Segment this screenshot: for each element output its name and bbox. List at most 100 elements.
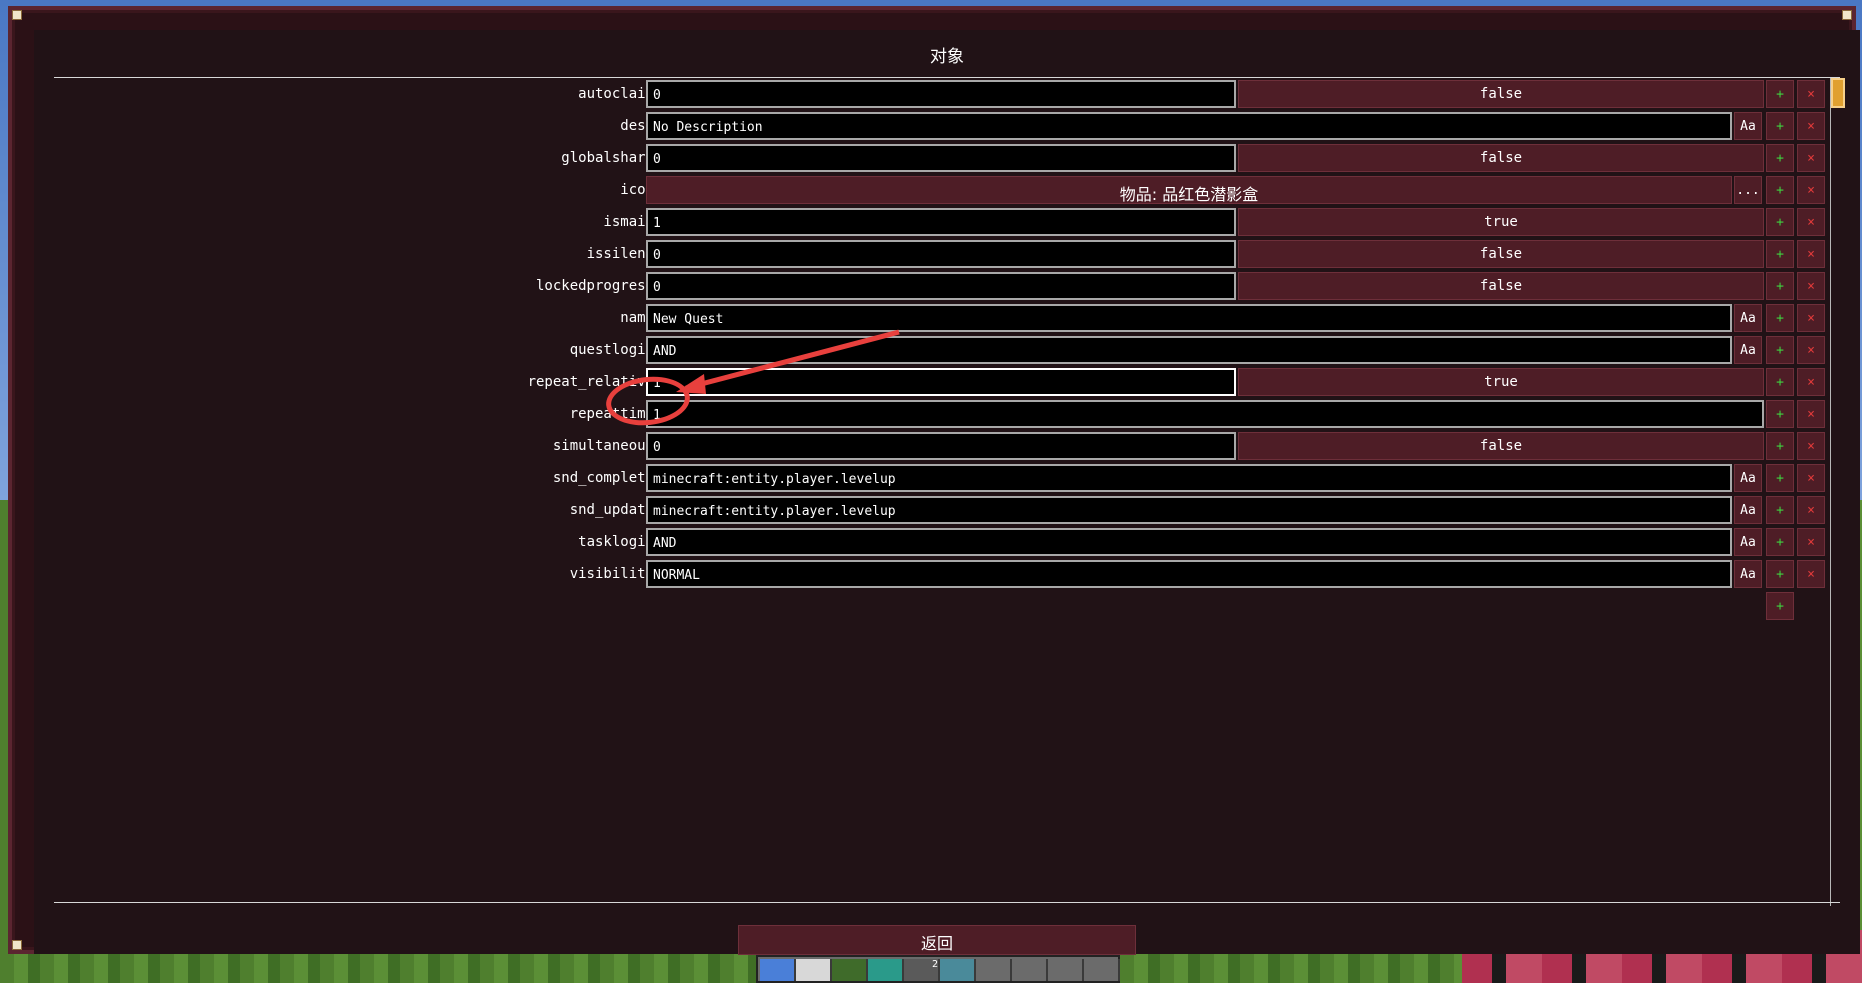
remove-button[interactable]: × xyxy=(1797,208,1825,236)
hotbar-slot[interactable] xyxy=(832,959,868,981)
hotbar-slot[interactable] xyxy=(796,959,832,981)
remove-button[interactable]: × xyxy=(1797,176,1825,204)
property-label: simultaneous xyxy=(552,438,654,454)
add-button[interactable]: + xyxy=(1766,80,1794,108)
value-input[interactable]: 0 xyxy=(646,144,1236,172)
property-label: tasklogic xyxy=(578,534,654,550)
add-button[interactable]: + xyxy=(1766,400,1794,428)
annotation-arrow-icon xyxy=(676,329,900,394)
boolean-toggle[interactable]: false xyxy=(1238,240,1764,268)
value-input[interactable]: AND xyxy=(646,528,1732,556)
remove-button[interactable]: × xyxy=(1797,400,1825,428)
value-input[interactable]: 1 xyxy=(646,208,1236,236)
hotbar-slot[interactable]: 2 xyxy=(904,959,940,981)
property-label: issilent xyxy=(586,246,654,262)
frame-corner xyxy=(1842,10,1852,20)
remove-button[interactable]: × xyxy=(1797,560,1825,588)
hotbar-slot[interactable] xyxy=(976,959,1012,981)
add-button[interactable]: + xyxy=(1766,432,1794,460)
boolean-toggle[interactable]: false xyxy=(1238,80,1764,108)
boolean-toggle[interactable]: false xyxy=(1238,432,1764,460)
hotbar-slot[interactable] xyxy=(940,959,976,981)
add-button[interactable]: + xyxy=(1766,144,1794,172)
property-row-desc: desc No Description Aa + × xyxy=(34,112,1860,142)
add-button[interactable]: + xyxy=(1766,464,1794,492)
add-button[interactable]: + xyxy=(1766,240,1794,268)
hotbar: 2 xyxy=(756,955,1120,983)
stack-count: 2 xyxy=(931,959,938,970)
boolean-toggle[interactable]: true xyxy=(1238,208,1764,236)
value-input[interactable]: 0 xyxy=(646,240,1236,268)
property-row-name: name New Quest Aa + × xyxy=(34,304,1860,334)
text-editor-button[interactable]: Aa xyxy=(1734,528,1762,556)
scrollbar-thumb[interactable] xyxy=(1831,78,1845,108)
property-row-simultaneous: simultaneous 0 false + × xyxy=(34,432,1860,462)
hotbar-slot[interactable] xyxy=(760,959,796,981)
property-label: lockedprogress xyxy=(535,278,654,294)
add-button[interactable]: + xyxy=(1766,560,1794,588)
value-input[interactable]: minecraft:entity.player.levelup xyxy=(646,496,1732,524)
hotbar-slot[interactable] xyxy=(868,959,904,981)
remove-button[interactable]: × xyxy=(1797,272,1825,300)
remove-button[interactable]: × xyxy=(1797,432,1825,460)
remove-button[interactable]: × xyxy=(1797,304,1825,332)
value-input[interactable]: NORMAL xyxy=(646,560,1732,588)
property-row-snd-complete: snd_complete minecraft:entity.player.lev… xyxy=(34,464,1860,494)
property-row-globalshare: globalshare 0 false + × xyxy=(34,144,1860,174)
remove-button[interactable]: × xyxy=(1797,368,1825,396)
remove-button[interactable]: × xyxy=(1797,144,1825,172)
add-button[interactable]: + xyxy=(1766,176,1794,204)
text-editor-button[interactable]: Aa xyxy=(1734,336,1762,364)
add-button[interactable]: + xyxy=(1766,368,1794,396)
item-select-button[interactable]: 物品: 品红色潜影盒 xyxy=(646,176,1732,204)
add-button[interactable]: + xyxy=(1766,528,1794,556)
property-label: snd_update xyxy=(569,502,654,518)
text-editor-button[interactable]: Aa xyxy=(1734,496,1762,524)
value-input[interactable]: 0 xyxy=(646,432,1236,460)
property-row-snd-update: snd_update minecraft:entity.player.level… xyxy=(34,496,1860,526)
property-label: visibility xyxy=(569,566,654,582)
property-label: questlogic xyxy=(569,342,654,358)
more-options-button[interactable]: ... xyxy=(1734,176,1762,204)
scrollbar-track[interactable] xyxy=(1830,78,1845,906)
add-button[interactable]: + xyxy=(1766,208,1794,236)
value-input[interactable]: 0 xyxy=(646,272,1236,300)
add-button[interactable]: + xyxy=(1766,272,1794,300)
text-editor-button[interactable]: Aa xyxy=(1734,304,1762,332)
property-row-tasklogic: tasklogic AND Aa + × xyxy=(34,528,1860,558)
hotbar-slot[interactable] xyxy=(1084,959,1120,981)
gui-frame: 对象 autoclaim 0 false + × desc No Descrip… xyxy=(8,6,1860,954)
property-row-lockedprogress: lockedprogress 0 false + × xyxy=(34,272,1860,302)
back-button[interactable]: 返回 xyxy=(738,925,1136,955)
property-row-visibility: visibility NORMAL Aa + × xyxy=(34,560,1860,590)
boolean-toggle[interactable]: false xyxy=(1238,272,1764,300)
property-row-repeattime: repeattime 1 + × xyxy=(34,400,1860,430)
add-button[interactable]: + xyxy=(1766,112,1794,140)
remove-button[interactable]: × xyxy=(1797,336,1825,364)
hotbar-slot[interactable] xyxy=(1012,959,1048,981)
value-input[interactable]: No Description xyxy=(646,112,1732,140)
frame-corner xyxy=(12,10,22,20)
hotbar-slot[interactable] xyxy=(1048,959,1084,981)
frame-corner xyxy=(12,940,22,950)
bottom-divider xyxy=(54,902,1840,903)
remove-button[interactable]: × xyxy=(1797,240,1825,268)
remove-button[interactable]: × xyxy=(1797,528,1825,556)
add-button[interactable]: + xyxy=(1766,496,1794,524)
property-row-ismain: ismain 1 true + × xyxy=(34,208,1860,238)
text-editor-button[interactable]: Aa xyxy=(1734,560,1762,588)
text-editor-button[interactable]: Aa xyxy=(1734,464,1762,492)
value-input[interactable]: 0 xyxy=(646,80,1236,108)
value-input[interactable]: minecraft:entity.player.levelup xyxy=(646,464,1732,492)
property-row-questlogic: questlogic AND Aa + × xyxy=(34,336,1860,366)
add-button[interactable]: + xyxy=(1766,336,1794,364)
remove-button[interactable]: × xyxy=(1797,112,1825,140)
boolean-toggle[interactable]: false xyxy=(1238,144,1764,172)
remove-button[interactable]: × xyxy=(1797,80,1825,108)
text-editor-button[interactable]: Aa xyxy=(1734,112,1762,140)
remove-button[interactable]: × xyxy=(1797,464,1825,492)
boolean-toggle[interactable]: true xyxy=(1238,368,1764,396)
add-entry-button[interactable]: + xyxy=(1766,592,1794,620)
remove-button[interactable]: × xyxy=(1797,496,1825,524)
add-button[interactable]: + xyxy=(1766,304,1794,332)
